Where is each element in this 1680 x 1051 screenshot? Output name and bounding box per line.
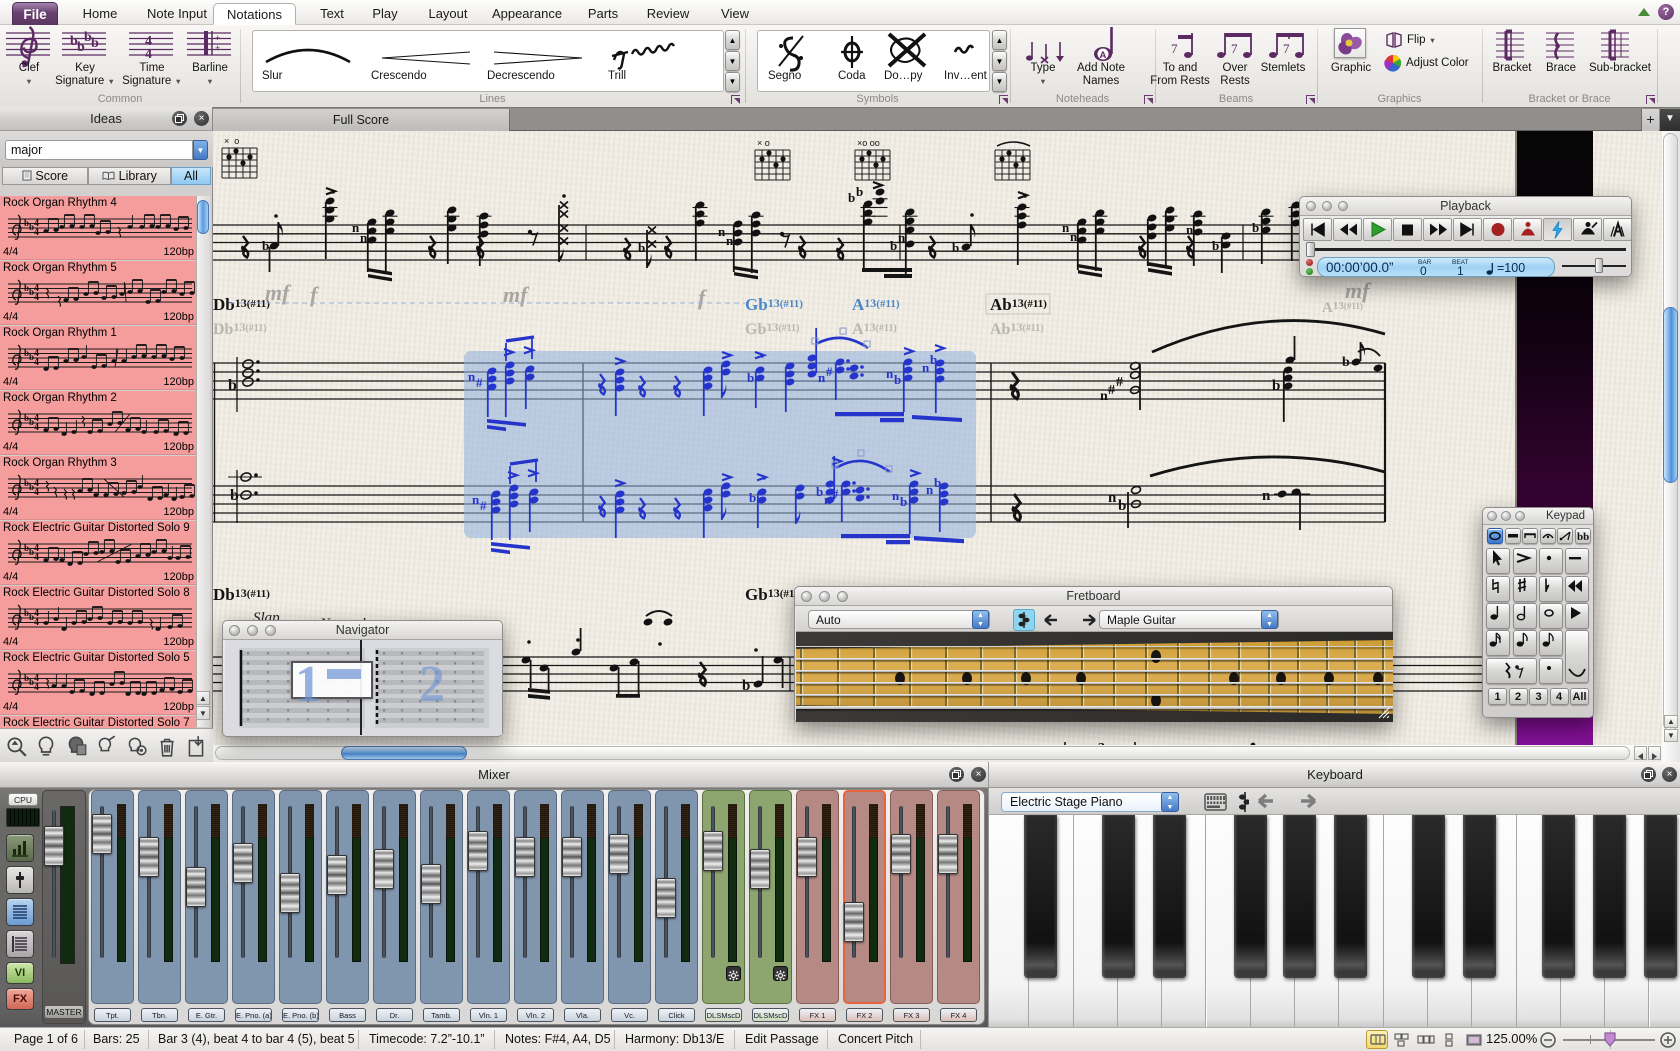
svg-text:Ab13(#11): Ab13(#11) — [990, 320, 1044, 338]
svg-text:7: 7 — [1231, 41, 1238, 56]
svg-text:b: b — [900, 494, 907, 509]
svg-text:b: b — [930, 352, 937, 367]
svg-text:b: b — [1252, 220, 1259, 235]
svg-text:n: n — [922, 360, 930, 375]
svg-text:n: n — [1262, 488, 1271, 504]
svg-text:b: b — [1212, 238, 1219, 253]
svg-text:b: b — [952, 240, 959, 255]
svg-text:f: f — [698, 285, 708, 310]
svg-text:A13(#11): A13(#11) — [1322, 300, 1363, 316]
svg-text:n: n — [1108, 490, 1117, 506]
svg-text:bb: bb — [1577, 531, 1589, 543]
svg-text:b: b — [1118, 498, 1126, 514]
svg-text:7: 7 — [1171, 41, 1178, 56]
svg-text:7: 7 — [1283, 41, 1290, 56]
svg-text:#: # — [1116, 375, 1123, 390]
svg-text:n: n — [898, 230, 906, 245]
svg-text:×o oo: ×o oo — [857, 138, 880, 148]
svg-text:Gb13(#11): Gb13(#11) — [745, 320, 799, 338]
svg-text:4: 4 — [34, 227, 39, 238]
svg-text:n: n — [718, 224, 726, 239]
svg-text:mf: mf — [503, 282, 530, 307]
svg-text:#: # — [1108, 383, 1115, 398]
svg-text:4: 4 — [34, 487, 39, 498]
svg-text:Db13(#11): Db13(#11) — [213, 585, 270, 604]
svg-text:n: n — [360, 230, 368, 245]
svg-text:b: b — [1342, 355, 1350, 370]
svg-text:b: b — [816, 484, 823, 499]
svg-text:A: A — [1100, 50, 1107, 61]
svg-text:mf: mf — [1345, 278, 1372, 303]
svg-text:b: b — [856, 184, 863, 199]
svg-text:#: # — [826, 364, 833, 379]
svg-text:n: n — [926, 482, 934, 497]
svg-text:b: b — [894, 372, 901, 387]
svg-text:n: n — [468, 369, 476, 384]
svg-text:× o: × o — [757, 138, 770, 148]
svg-text:n: n — [352, 220, 360, 235]
svg-text:4: 4 — [145, 47, 152, 62]
svg-text:+: + — [215, 43, 220, 53]
svg-text:× o: × o — [224, 136, 239, 146]
svg-text:b: b — [890, 238, 897, 253]
svg-text:Gb13(#11): Gb13(#11) — [745, 295, 803, 314]
svg-text:n: n — [818, 370, 826, 385]
svg-text:n: n — [1062, 220, 1070, 235]
svg-text:n: n — [886, 366, 894, 381]
svg-text:n: n — [892, 488, 900, 503]
svg-text:Ab13(#11): Ab13(#11) — [990, 295, 1047, 314]
svg-text:#: # — [480, 498, 487, 513]
svg-text:b: b — [934, 475, 941, 490]
svg-text:n: n — [726, 233, 734, 248]
svg-text:#: # — [476, 375, 483, 390]
svg-text:n: n — [1186, 222, 1194, 237]
svg-text:b: b — [742, 678, 750, 694]
svg-text:4: 4 — [34, 357, 39, 368]
svg-text:4: 4 — [34, 552, 39, 563]
svg-text:4: 4 — [34, 292, 39, 303]
svg-text:Db13(#11): Db13(#11) — [213, 320, 267, 338]
svg-text:b: b — [747, 370, 754, 385]
svg-text:b: b — [749, 490, 756, 505]
svg-text:b: b — [228, 377, 237, 394]
svg-text:4: 4 — [34, 422, 39, 433]
svg-text:4: 4 — [34, 617, 39, 628]
svg-text:A13(#11): A13(#11) — [852, 320, 897, 338]
svg-text:4: 4 — [34, 682, 39, 693]
svg-text:b: b — [91, 36, 99, 51]
svg-text:b: b — [848, 190, 855, 205]
svg-text:A13(#11): A13(#11) — [852, 295, 900, 314]
svg-text:n: n — [472, 492, 480, 507]
svg-text:+: + — [215, 33, 220, 43]
svg-text:n: n — [1070, 229, 1078, 244]
svg-text:b: b — [1272, 378, 1280, 394]
svg-text:b: b — [638, 240, 645, 255]
svg-text:n: n — [1100, 389, 1108, 404]
svg-text:Db13(#11): Db13(#11) — [213, 295, 270, 314]
svg-text:b: b — [262, 238, 269, 253]
